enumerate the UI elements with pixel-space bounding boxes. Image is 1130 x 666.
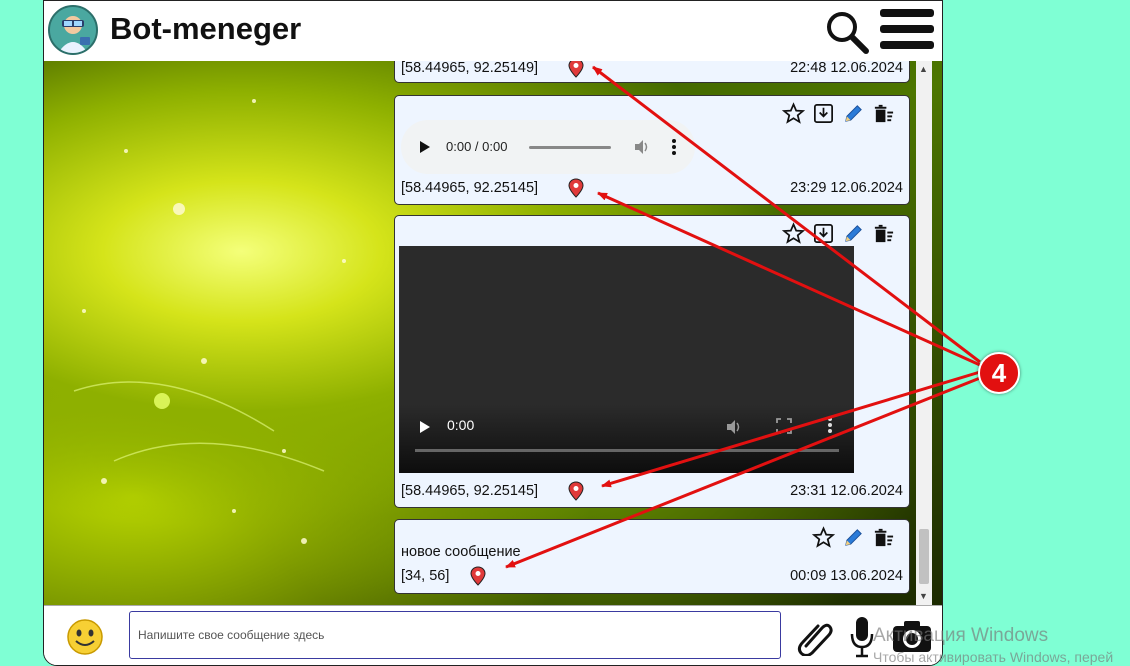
message-timestamp: 22:48 12.06.2024 — [790, 61, 903, 76]
video-progress-bar[interactable] — [415, 449, 839, 452]
message-card: [58.44965, 92.25149] 22:48 12.06.2024 — [394, 61, 910, 83]
star-icon[interactable] — [782, 222, 805, 245]
scrollbar[interactable]: ▲ ▼ — [916, 61, 932, 605]
message-timestamp: 00:09 13.06.2024 — [790, 568, 903, 584]
scrollbar-thumb[interactable] — [919, 529, 929, 584]
more-options-icon[interactable] — [671, 138, 677, 156]
more-options-icon[interactable] — [827, 416, 833, 434]
location-pin-icon[interactable] — [568, 178, 584, 198]
location-pin-icon[interactable] — [568, 481, 584, 501]
delete-icon[interactable] — [872, 526, 895, 549]
message-timestamp: 23:29 12.06.2024 — [790, 180, 903, 196]
location-pin-icon[interactable] — [568, 61, 584, 78]
hamburger-menu-icon[interactable] — [880, 9, 934, 55]
video-time: 0:00 — [447, 417, 475, 433]
message-timestamp: 23:31 12.06.2024 — [790, 483, 903, 499]
composer-bar — [44, 605, 942, 665]
space-background — [73, 99, 346, 544]
download-icon[interactable] — [812, 222, 835, 245]
audio-time: 0:00 / 0:00 — [446, 139, 508, 154]
app-title: Bot-meneger — [110, 11, 302, 46]
volume-icon[interactable] — [633, 138, 651, 156]
bot-avatar[interactable] — [48, 5, 98, 55]
video-player[interactable]: 0:00 — [399, 246, 854, 473]
message-card: новое сообщение [34, 56] 00:09 13.06.202… — [394, 519, 910, 594]
message-input[interactable] — [129, 611, 781, 659]
header: Bot-meneger — [44, 1, 942, 62]
message-actions — [812, 526, 895, 549]
message-card: 0:00 [58.44965, 92.25145] 23:31 12.06.20… — [394, 215, 910, 508]
message-coordinates: [58.44965, 92.25145] — [401, 180, 539, 196]
edit-icon[interactable] — [842, 222, 865, 245]
scroll-down-arrow-icon[interactable]: ▼ — [919, 591, 928, 601]
message-card: 0:00 / 0:00 [58.44965, 92.25145] 23:29 1… — [394, 95, 910, 205]
attach-paperclip-icon[interactable] — [794, 616, 834, 657]
scroll-up-arrow-icon[interactable]: ▲ — [919, 64, 928, 74]
emoji-icon[interactable] — [66, 618, 104, 656]
delete-icon[interactable] — [872, 222, 895, 245]
delete-icon[interactable] — [872, 102, 895, 125]
edit-icon[interactable] — [842, 102, 865, 125]
fullscreen-icon[interactable] — [776, 418, 792, 434]
edit-icon[interactable] — [842, 526, 865, 549]
message-actions — [782, 222, 895, 245]
location-pin-icon[interactable] — [470, 566, 486, 586]
play-icon[interactable] — [419, 140, 431, 154]
play-icon[interactable] — [419, 420, 431, 434]
download-icon[interactable] — [812, 102, 835, 125]
microphone-icon[interactable] — [850, 616, 874, 658]
star-icon[interactable] — [782, 102, 805, 125]
message-text: новое сообщение — [401, 544, 521, 560]
search-icon[interactable] — [824, 9, 870, 55]
chat-area: [58.44965, 92.25149] 22:48 12.06.2024 0:… — [44, 61, 942, 605]
windows-activation-watermark: Активация Windows Чтобы активировать Win… — [873, 625, 1113, 665]
volume-icon[interactable] — [725, 418, 743, 436]
audio-progress-bar[interactable] — [529, 146, 611, 149]
watermark-line-1: Активация Windows — [873, 625, 1049, 646]
watermark-line-2: Чтобы активировать Windows, перей — [873, 649, 1114, 665]
audio-player: 0:00 / 0:00 — [401, 120, 695, 174]
message-coordinates: [58.44965, 92.25149] — [401, 61, 539, 76]
message-coordinates: [34, 56] — [401, 568, 450, 584]
message-actions — [782, 102, 895, 125]
app-window: Bot-meneger [58.44965, 92.25149] 22:48 1… — [43, 0, 943, 666]
message-coordinates: [58.44965, 92.25145] — [401, 483, 539, 499]
annotation-badge: 4 — [978, 352, 1020, 394]
star-icon[interactable] — [812, 526, 835, 549]
